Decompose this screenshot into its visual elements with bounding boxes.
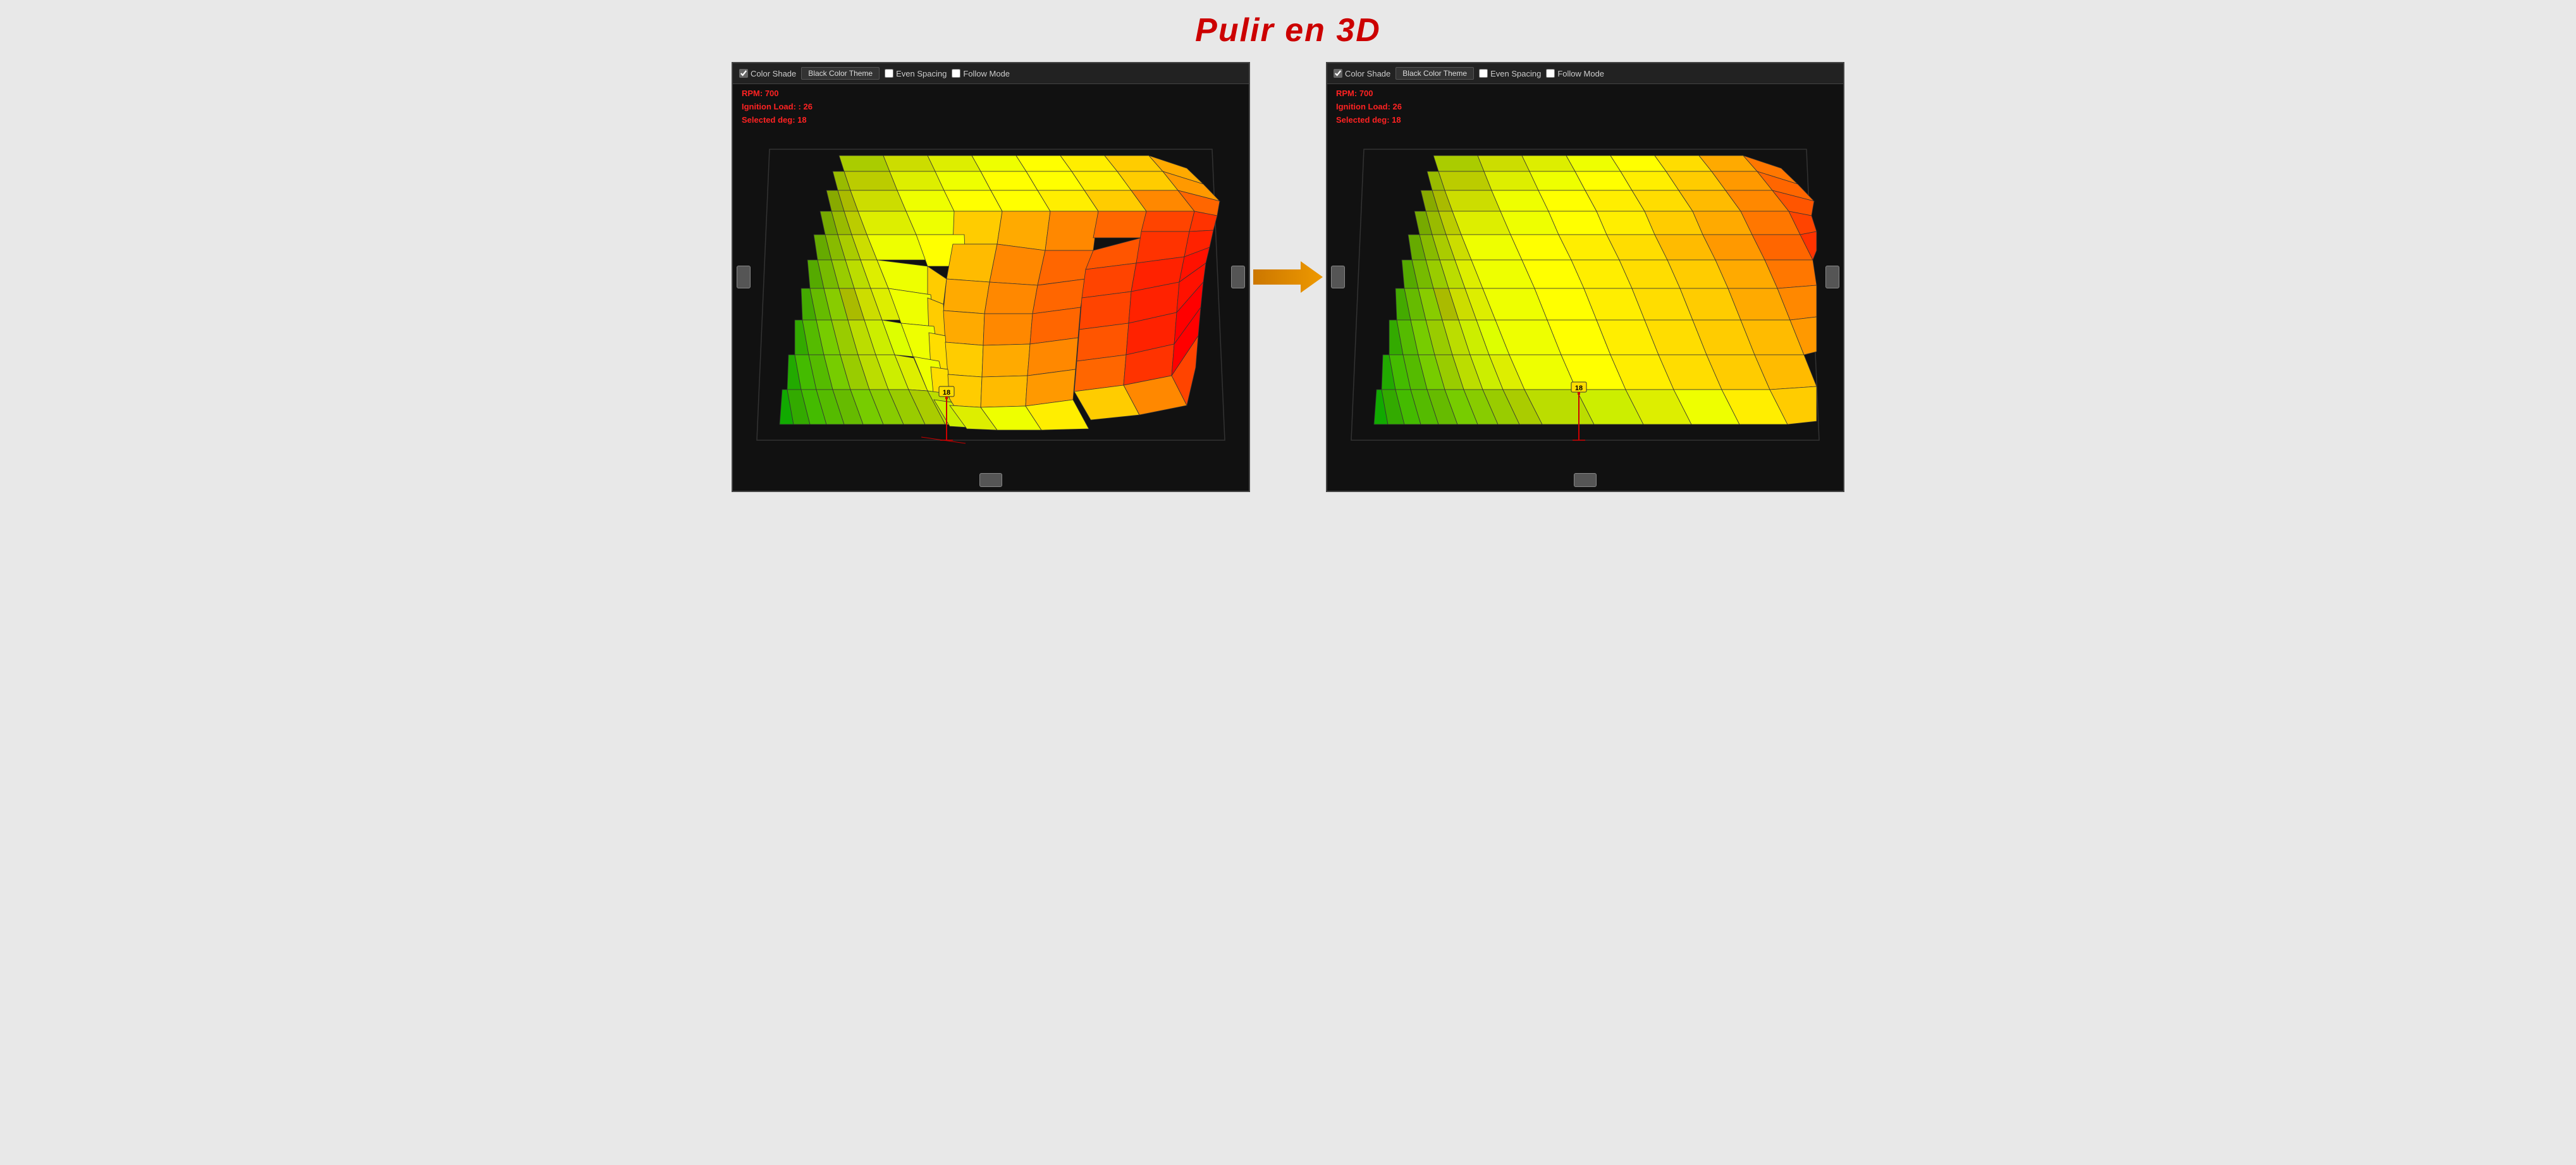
follow-mode-left[interactable]: Follow Mode: [952, 69, 1010, 78]
color-shade-checkbox-left[interactable]: [739, 69, 748, 78]
theme-button-left[interactable]: Black Color Theme: [801, 67, 880, 80]
page-title: Pulir en 3D: [1195, 0, 1381, 56]
slider-left-left[interactable]: [737, 266, 751, 288]
follow-mode-right[interactable]: Follow Mode: [1546, 69, 1604, 78]
slider-left-right[interactable]: [1331, 266, 1345, 288]
chart-area-right: 18: [1327, 86, 1843, 491]
color-shade-left[interactable]: Color Shade: [739, 69, 796, 78]
panel-right: Color Shade Black Color Theme Even Spaci…: [1326, 62, 1844, 492]
panels-row: Color Shade Black Color Theme Even Spaci…: [0, 56, 2576, 505]
even-spacing-left[interactable]: Even Spacing: [885, 69, 947, 78]
color-shade-right[interactable]: Color Shade: [1334, 69, 1390, 78]
follow-mode-checkbox-left[interactable]: [952, 69, 960, 78]
theme-button-right[interactable]: Black Color Theme: [1395, 67, 1474, 80]
even-spacing-right[interactable]: Even Spacing: [1479, 69, 1541, 78]
slider-right-right[interactable]: [1825, 266, 1839, 288]
surface-chart-left: 18: [744, 89, 1237, 488]
even-spacing-checkbox-left[interactable]: [885, 69, 893, 78]
toolbar-left: Color Shade Black Color Theme Even Spaci…: [733, 63, 1249, 84]
arrow-container: [1250, 258, 1326, 296]
chart-area-left: 18: [733, 86, 1249, 491]
panel-left: Color Shade Black Color Theme Even Spaci…: [732, 62, 1250, 492]
follow-mode-checkbox-right[interactable]: [1546, 69, 1555, 78]
toolbar-right: Color Shade Black Color Theme Even Spaci…: [1327, 63, 1843, 84]
slider-bottom-right[interactable]: [1574, 473, 1597, 487]
slider-right-left[interactable]: [1231, 266, 1245, 288]
svg-text:18: 18: [1575, 385, 1583, 392]
color-shade-checkbox-right[interactable]: [1334, 69, 1342, 78]
svg-text:18: 18: [943, 389, 950, 397]
before-after-arrow: [1253, 258, 1323, 296]
surface-chart-right: 18: [1339, 89, 1832, 488]
slider-bottom-left[interactable]: [979, 473, 1002, 487]
even-spacing-checkbox-right[interactable]: [1479, 69, 1488, 78]
